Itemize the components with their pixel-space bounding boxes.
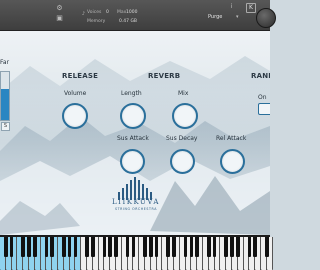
black-key[interactable]: [154, 237, 159, 257]
black-key[interactable]: [33, 237, 37, 257]
black-key[interactable]: [230, 237, 234, 257]
mix-label: Mix: [178, 90, 189, 97]
black-key[interactable]: [67, 237, 72, 257]
black-key[interactable]: [4, 237, 8, 257]
black-key[interactable]: [44, 237, 49, 257]
black-key[interactable]: [125, 237, 130, 257]
black-key[interactable]: [166, 237, 170, 257]
reverb-title: REVERB: [148, 72, 181, 80]
rand-on-toggle[interactable]: [258, 103, 270, 115]
camera-icon[interactable]: ▣: [56, 15, 63, 22]
length-knob[interactable]: [120, 103, 146, 129]
black-key[interactable]: [62, 237, 66, 257]
black-key[interactable]: [207, 237, 211, 257]
sus-attack-knob[interactable]: [120, 149, 145, 174]
logo-subtitle: STRING ORCHESTRA: [114, 207, 158, 211]
logo-name: LIIKKUVA: [112, 198, 160, 206]
chevron-down-icon[interactable]: ▾: [236, 13, 239, 21]
black-key[interactable]: [253, 237, 257, 257]
kontakt-button[interactable]: K: [246, 3, 256, 13]
far-s-button[interactable]: S: [1, 122, 10, 131]
black-key[interactable]: [9, 237, 14, 257]
black-key[interactable]: [183, 237, 188, 257]
black-key[interactable]: [265, 237, 269, 257]
black-key[interactable]: [149, 237, 153, 257]
black-key[interactable]: [172, 237, 176, 257]
info-icon[interactable]: i: [228, 3, 235, 10]
black-key[interactable]: [247, 237, 252, 257]
liikkuva-logo-icon: [118, 177, 152, 200]
black-key[interactable]: [73, 237, 78, 257]
black-key[interactable]: [236, 237, 240, 257]
length-label: Length: [121, 90, 142, 97]
memory-label: Memory: [87, 19, 106, 24]
black-key[interactable]: [91, 237, 95, 257]
wrench-icon[interactable]: ⚙: [56, 5, 63, 12]
sus-attack-label: Sus Attack: [117, 135, 149, 142]
black-key[interactable]: [21, 237, 25, 257]
tune-knob[interactable]: [256, 8, 276, 28]
black-key[interactable]: [131, 237, 136, 257]
black-key[interactable]: [195, 237, 199, 257]
black-key[interactable]: [108, 237, 112, 257]
release-title: RELEASE: [62, 72, 99, 80]
rel-attack-knob[interactable]: [220, 149, 245, 174]
instrument-panel: Far S RELEASE REVERB RAND Volume Length …: [0, 31, 270, 235]
voices-value: 0: [106, 10, 109, 15]
sus-decay-knob[interactable]: [170, 149, 195, 174]
far-slider[interactable]: [0, 71, 10, 121]
rel-attack-label: Rel Attack: [216, 135, 247, 142]
piano-keyboard[interactable]: [0, 235, 273, 270]
black-key[interactable]: [114, 237, 118, 257]
kontakt-header: ⚙ ▣ ♪ Voices 0 Max 1000 Memory 0.47 GB i…: [0, 0, 276, 31]
black-key[interactable]: [102, 237, 107, 257]
far-label: Far: [0, 59, 10, 66]
rand-on-label: On: [258, 94, 267, 101]
mix-knob[interactable]: [172, 103, 198, 129]
max-value: 1000: [126, 10, 138, 15]
black-key[interactable]: [212, 237, 217, 257]
memory-value: 0.47 GB: [119, 19, 138, 24]
far-slider-fill: [1, 88, 9, 120]
volume-knob[interactable]: [62, 103, 88, 129]
black-key[interactable]: [50, 237, 54, 257]
volume-label: Volume: [64, 90, 87, 97]
rand-title: RAND: [251, 72, 270, 80]
black-key[interactable]: [27, 237, 31, 257]
midi-icon: ♪: [81, 11, 86, 17]
voices-label: Voices: [87, 10, 102, 15]
black-key[interactable]: [85, 237, 89, 257]
black-key[interactable]: [224, 237, 228, 257]
sus-decay-label: Sus Decay: [166, 135, 198, 142]
max-label: Max: [117, 10, 127, 15]
black-key[interactable]: [189, 237, 194, 257]
black-key[interactable]: [143, 237, 147, 257]
